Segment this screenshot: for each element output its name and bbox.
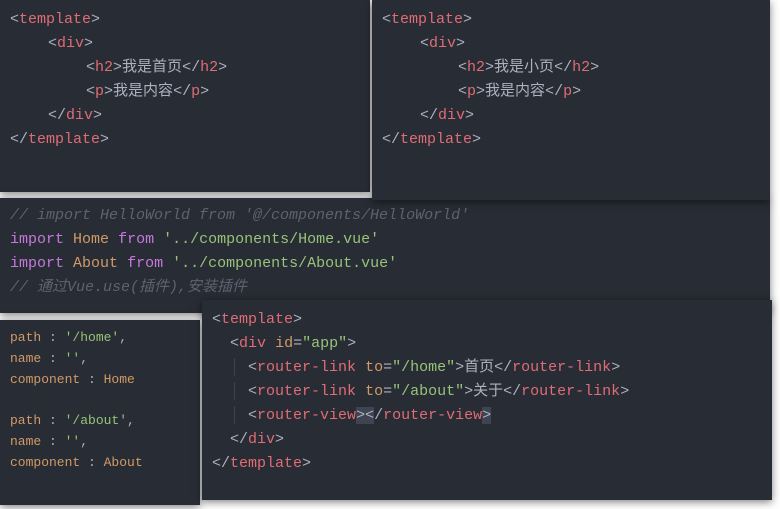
code-line: │ <router-view></router-view> bbox=[212, 404, 762, 428]
code-line: <h2>我是小页</h2> bbox=[382, 56, 760, 80]
code-line: import Home from '../components/Home.vue… bbox=[10, 228, 760, 252]
code-line: // 通过Vue.use(插件),安装插件 bbox=[10, 276, 760, 300]
code-line: // import HelloWorld from '@/components/… bbox=[10, 204, 760, 228]
code-line: │ <router-link to="/home">首页</router-lin… bbox=[212, 356, 762, 380]
code-line: name : '', bbox=[10, 349, 190, 370]
code-line: <template> bbox=[10, 8, 360, 32]
code-line: import About from '../components/About.v… bbox=[10, 252, 760, 276]
code-line: <h2>我是首页</h2> bbox=[10, 56, 360, 80]
code-line: │ <router-link to="/about">关于</router-li… bbox=[212, 380, 762, 404]
code-line: <template> bbox=[382, 8, 760, 32]
code-editor-imports[interactable]: // import HelloWorld from '@/components/… bbox=[0, 198, 770, 313]
code-editor-routes[interactable]: path : '/home', name : '', component : H… bbox=[0, 320, 200, 505]
code-line: path : '/about', bbox=[10, 411, 190, 432]
code-line: </div> bbox=[382, 104, 760, 128]
code-line: </template> bbox=[212, 452, 762, 476]
code-line: <div> bbox=[382, 32, 760, 56]
code-line bbox=[10, 390, 190, 411]
code-line: component : About bbox=[10, 453, 190, 474]
code-editor-app[interactable]: <template> <div id="app"> │ <router-link… bbox=[202, 300, 772, 500]
code-line: path : '/home', bbox=[10, 328, 190, 349]
code-line: <p>我是内容</p> bbox=[382, 80, 760, 104]
code-line: <template> bbox=[212, 308, 762, 332]
code-line: </template> bbox=[382, 128, 760, 152]
code-line: </div> bbox=[10, 104, 360, 128]
code-line: <div> bbox=[10, 32, 360, 56]
code-line: <div id="app"> bbox=[212, 332, 762, 356]
code-editor-home[interactable]: <template> <div> <h2>我是首页</h2> <p>我是内容</… bbox=[0, 0, 370, 192]
code-line: </div> bbox=[212, 428, 762, 452]
code-editor-about[interactable]: <template> <div> <h2>我是小页</h2> <p>我是内容</… bbox=[372, 0, 770, 200]
code-line: <p>我是内容</p> bbox=[10, 80, 360, 104]
code-line: name : '', bbox=[10, 432, 190, 453]
code-line: </template> bbox=[10, 128, 360, 152]
code-line: component : Home bbox=[10, 370, 190, 391]
